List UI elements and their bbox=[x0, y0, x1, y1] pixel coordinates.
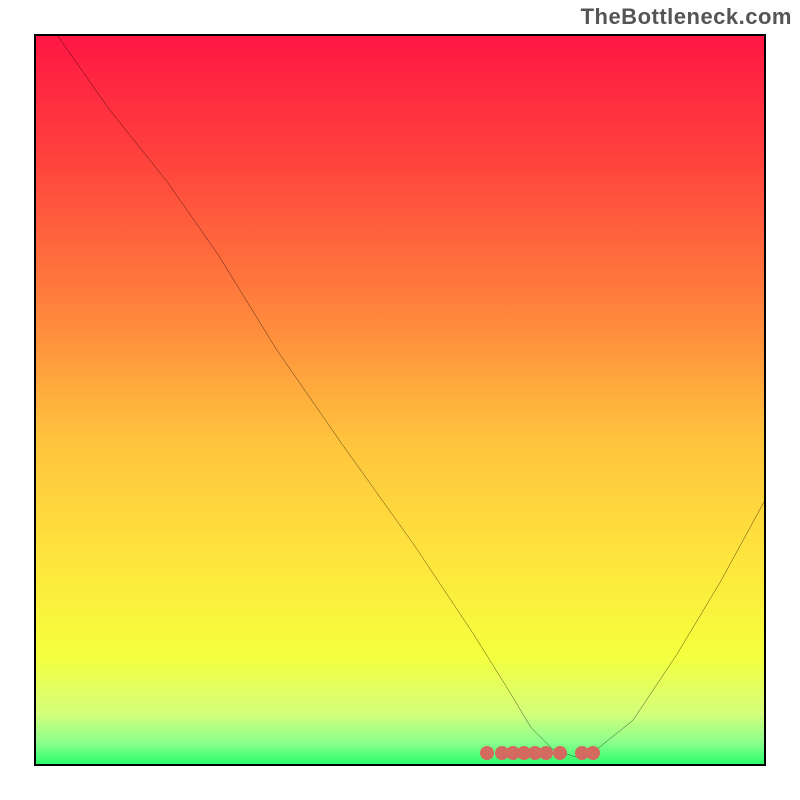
marker-dot bbox=[553, 746, 567, 760]
chart-container: TheBottleneck.com bbox=[0, 0, 800, 800]
plot-area bbox=[34, 34, 766, 766]
optimal-range-dots bbox=[36, 740, 764, 760]
marker-dot bbox=[539, 746, 553, 760]
marker-dot bbox=[586, 746, 600, 760]
marker-dot bbox=[480, 746, 494, 760]
watermark-text: TheBottleneck.com bbox=[581, 4, 792, 30]
bottleneck-curve bbox=[36, 36, 764, 764]
